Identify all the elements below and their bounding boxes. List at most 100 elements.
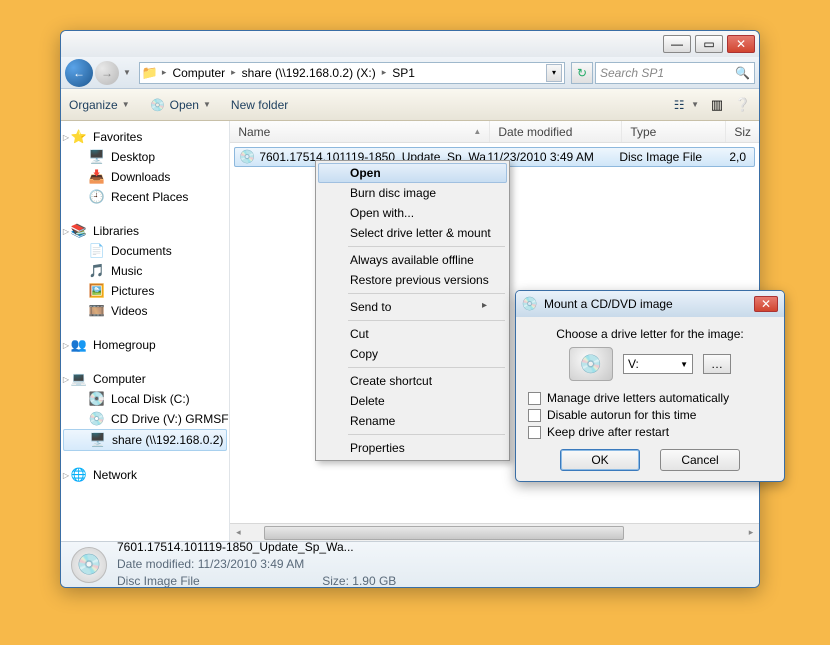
sidebar-item-pictures[interactable]: 🖼️Pictures <box>61 281 229 301</box>
search-input[interactable]: Search SP1 🔍 <box>595 62 755 84</box>
context-open[interactable]: Open <box>318 163 507 183</box>
close-icon: ✕ <box>761 297 771 311</box>
star-icon: ⭐ <box>71 129 87 145</box>
drive-icon: 💽 <box>89 391 105 407</box>
checkbox[interactable] <box>528 409 541 422</box>
nav-history-dropdown[interactable]: ▼ <box>123 68 131 77</box>
context-sendto[interactable]: Send to <box>318 297 507 317</box>
context-restore[interactable]: Restore previous versions <box>318 270 507 290</box>
chevron-right-icon: ▸ <box>162 67 167 78</box>
separator <box>348 293 505 294</box>
check-keep-restart[interactable]: Keep drive after restart <box>528 425 772 439</box>
separator <box>348 434 505 435</box>
chevron-right-icon: ▸ <box>231 67 236 78</box>
details-date: 11/23/2010 3:49 AM <box>198 557 305 571</box>
breadcrumb-computer[interactable]: Computer <box>170 66 227 80</box>
horizontal-scrollbar[interactable]: ◂ ▸ <box>230 523 759 541</box>
nav-back-button[interactable]: ← <box>65 59 93 87</box>
folder-icon: 📁 <box>142 65 158 81</box>
close-button[interactable]: ✕ <box>727 35 755 53</box>
homegroup-icon: 👥 <box>71 337 87 353</box>
context-shortcut[interactable]: Create shortcut <box>318 371 507 391</box>
search-icon: 🔍 <box>735 66 750 80</box>
sidebar-item-downloads[interactable]: 📥Downloads <box>61 167 229 187</box>
browse-button[interactable]: … <box>703 354 731 374</box>
breadcrumb-sp1[interactable]: SP1 <box>390 66 417 80</box>
context-openwith[interactable]: Open with... <box>318 203 507 223</box>
check-manage-auto[interactable]: Manage drive letters automatically <box>528 391 772 405</box>
refresh-button[interactable]: ↻ <box>571 62 593 84</box>
disc-icon: 💿 <box>150 97 166 113</box>
organize-menu[interactable]: Organize ▼ <box>69 98 130 112</box>
details-size: 1.90 GB <box>352 574 396 588</box>
network-icon: 🌐 <box>71 467 87 483</box>
mount-dialog: 💿 Mount a CD/DVD image ✕ Choose a drive … <box>515 290 785 482</box>
file-size: 2,0 <box>729 150 746 164</box>
arrow-right-icon: → <box>101 66 113 80</box>
network-drive-icon: 🖥️ <box>90 432 106 448</box>
sidebar-item-music[interactable]: 🎵Music <box>61 261 229 281</box>
open-menu[interactable]: 💿 Open ▼ <box>150 97 211 113</box>
separator <box>348 320 505 321</box>
context-cut[interactable]: Cut <box>318 324 507 344</box>
sidebar-item-localdisk[interactable]: 💽Local Disk (C:) <box>61 389 229 409</box>
cd-icon: 💿 <box>89 411 105 427</box>
context-burn[interactable]: Burn disc image <box>318 183 507 203</box>
drive-icon: 💿 <box>569 347 613 381</box>
pictures-icon: 🖼️ <box>89 283 105 299</box>
address-dropdown[interactable]: ▾ <box>546 64 562 82</box>
sidebar-libraries[interactable]: 📚Libraries <box>61 221 229 241</box>
checkbox[interactable] <box>528 426 541 439</box>
scroll-right-icon[interactable]: ▸ <box>743 527 759 538</box>
newfolder-button[interactable]: New folder <box>231 98 288 112</box>
dialog-close-button[interactable]: ✕ <box>754 296 778 312</box>
details-pane: 💿 7601.17514.101119-1850_Update_Sp_Wa...… <box>61 541 759 587</box>
desktop-icon: 🖥️ <box>89 149 105 165</box>
check-disable-autorun[interactable]: Disable autorun for this time <box>528 408 772 422</box>
sidebar-network[interactable]: 🌐Network <box>61 465 229 485</box>
col-date[interactable]: Date modified <box>490 121 622 142</box>
sidebar-item-documents[interactable]: 📄Documents <box>61 241 229 261</box>
preview-pane-button[interactable]: ▥ <box>709 97 725 113</box>
col-name[interactable]: Name▲ <box>230 121 490 142</box>
open-label: Open <box>170 98 199 112</box>
context-always-offline[interactable]: Always available offline <box>318 250 507 270</box>
close-icon: ✕ <box>736 37 746 51</box>
col-size[interactable]: Siz <box>726 121 759 142</box>
newfolder-label: New folder <box>231 98 288 112</box>
view-menu[interactable]: ☷▼ <box>671 97 699 113</box>
minimize-button[interactable]: — <box>663 35 691 53</box>
sidebar-item-recent[interactable]: 🕘Recent Places <box>61 187 229 207</box>
sidebar-item-desktop[interactable]: 🖥️Desktop <box>61 147 229 167</box>
sidebar-item-share[interactable]: 🖥️share (\\192.168.0.2) <box>63 429 227 451</box>
scroll-left-icon[interactable]: ◂ <box>230 527 246 538</box>
checkbox[interactable] <box>528 392 541 405</box>
sidebar-favorites[interactable]: ⭐Favorites <box>61 127 229 147</box>
drive-letter-select[interactable]: V:▼ <box>623 354 693 374</box>
address-bar[interactable]: 📁 ▸ Computer ▸ share (\\192.168.0.2) (X:… <box>139 62 565 84</box>
organize-label: Organize <box>69 98 118 112</box>
breadcrumb-share[interactable]: share (\\192.168.0.2) (X:) <box>240 66 378 80</box>
sidebar-computer[interactable]: 💻Computer <box>61 369 229 389</box>
separator <box>348 367 505 368</box>
context-properties[interactable]: Properties <box>318 438 507 458</box>
details-filename: 7601.17514.101119-1850_Update_Sp_Wa... <box>117 539 396 556</box>
sidebar-homegroup[interactable]: 👥Homegroup <box>61 335 229 355</box>
context-delete[interactable]: Delete <box>318 391 507 411</box>
context-copy[interactable]: Copy <box>318 344 507 364</box>
col-type[interactable]: Type <box>622 121 726 142</box>
sidebar-item-videos[interactable]: 🎞️Videos <box>61 301 229 321</box>
arrow-left-icon: ← <box>73 66 85 80</box>
maximize-button[interactable]: ▭ <box>695 35 723 53</box>
disc-icon: 💿 <box>522 296 538 312</box>
context-rename[interactable]: Rename <box>318 411 507 431</box>
scrollbar-thumb[interactable] <box>264 526 624 540</box>
cancel-button[interactable]: Cancel <box>660 449 740 471</box>
sidebar-item-cddrive[interactable]: 💿CD Drive (V:) GRMSF <box>61 409 229 429</box>
help-button[interactable]: ❔ <box>735 97 751 113</box>
ok-button[interactable]: OK <box>560 449 640 471</box>
context-select-drive[interactable]: Select drive letter & mount <box>318 223 507 243</box>
column-headers: Name▲ Date modified Type Siz <box>230 121 759 143</box>
downloads-icon: 📥 <box>89 169 105 185</box>
details-type: Disc Image File <box>117 573 304 588</box>
